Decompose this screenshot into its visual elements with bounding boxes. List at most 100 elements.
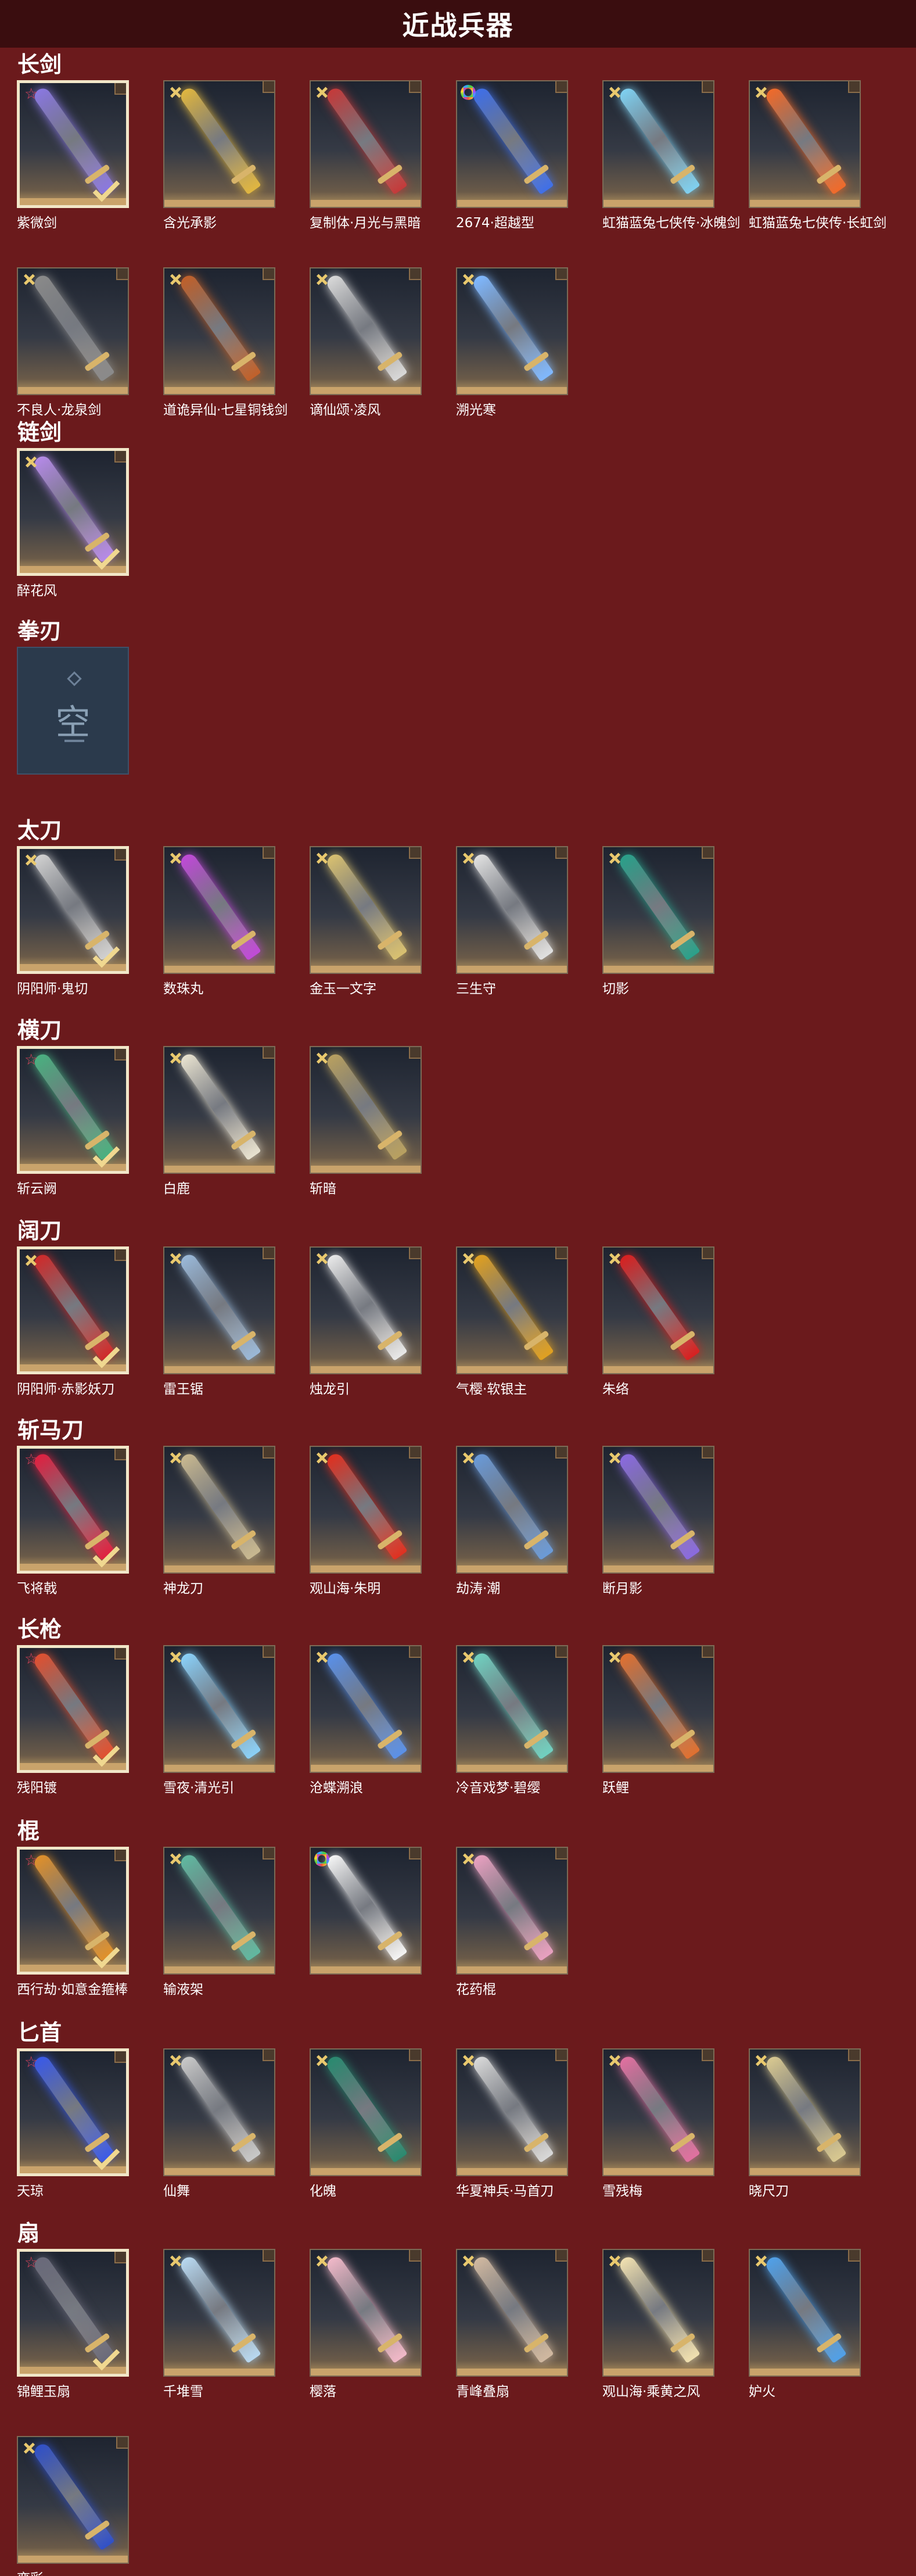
weapon-card[interactable] — [163, 2048, 275, 2176]
card-base — [604, 1366, 713, 1373]
weapon-name: 千堆雪 — [163, 2384, 203, 2399]
weapon-card[interactable] — [163, 1246, 275, 1374]
corner-icon — [114, 451, 126, 463]
weapon-image — [470, 1851, 554, 1962]
weapon-name: 冷音戏梦·碧缨 — [456, 1780, 541, 1796]
weapon-card[interactable] — [602, 1645, 714, 1773]
weapon-card[interactable]: ☆ — [17, 1847, 129, 1975]
corner-icon — [409, 1447, 421, 1459]
weapon-image — [470, 1251, 554, 1362]
weapon-card[interactable] — [310, 846, 422, 974]
weapon-card[interactable] — [602, 846, 714, 974]
weapon-card[interactable]: 空 — [17, 647, 129, 775]
gold-cross-icon — [315, 86, 328, 99]
gold-cross-icon — [608, 1252, 621, 1265]
weapon-card[interactable] — [456, 1446, 568, 1574]
weapon-card[interactable] — [163, 1446, 275, 1574]
weapon-card[interactable] — [456, 1847, 568, 1975]
weapon-card[interactable] — [456, 267, 568, 395]
card-base — [20, 2367, 126, 2374]
weapon-card[interactable] — [456, 1645, 568, 1773]
weapon-image — [616, 85, 701, 195]
weapon-card[interactable] — [456, 1246, 568, 1374]
weapon-card[interactable] — [163, 2249, 275, 2377]
weapon-hilt — [523, 930, 549, 951]
weapon-image — [324, 1051, 408, 1161]
weapon-image — [616, 2253, 701, 2364]
card-base — [750, 2168, 860, 2175]
weapon-card[interactable] — [749, 80, 861, 208]
card-base — [457, 1765, 567, 1772]
weapon-card[interactable] — [456, 80, 568, 208]
weapon-card[interactable] — [749, 2249, 861, 2377]
card-base — [164, 200, 274, 207]
weapon-card[interactable] — [163, 80, 275, 208]
gold-cross-icon — [169, 273, 182, 286]
weapon-card[interactable] — [163, 267, 275, 395]
weapon-card[interactable] — [310, 1446, 422, 1574]
weapon-card[interactable] — [163, 1847, 275, 1975]
corner-icon — [702, 2050, 713, 2061]
corner-icon — [263, 268, 274, 280]
weapon-image — [324, 85, 408, 195]
weapon-name: 妒火 — [749, 2384, 775, 2399]
weapon-card[interactable] — [17, 267, 129, 395]
weapon-image — [177, 1450, 261, 1561]
corner-icon — [114, 2252, 126, 2263]
weapon-card[interactable]: ☆ — [17, 1046, 129, 1174]
weapon-card[interactable] — [602, 2249, 714, 2377]
weapon-image — [616, 1450, 701, 1561]
corner-icon — [409, 1646, 421, 1658]
gold-cross-icon — [23, 273, 35, 286]
weapon-hilt — [376, 1529, 403, 1550]
card-base — [18, 2556, 128, 2563]
weapon-card[interactable] — [456, 846, 568, 974]
weapon-card[interactable]: ☆ — [17, 80, 129, 208]
weapon-card[interactable] — [163, 1046, 275, 1174]
weapon-card[interactable] — [602, 2048, 714, 2176]
gold-cross-icon — [462, 1452, 475, 1464]
weapon-image — [31, 85, 115, 195]
weapon-card[interactable] — [17, 448, 129, 576]
weapon-card[interactable] — [163, 1645, 275, 1773]
weapon-card[interactable]: ☆ — [17, 1446, 129, 1574]
gold-cross-icon — [169, 1853, 182, 1865]
weapon-card[interactable] — [456, 2249, 568, 2377]
weapon-card[interactable]: ☆ — [17, 2249, 129, 2377]
card-base — [457, 1966, 567, 1973]
weapon-hilt — [376, 351, 403, 372]
weapon-card[interactable] — [310, 1246, 422, 1374]
weapon-name: 阴阳师·鬼切 — [17, 981, 88, 997]
section-title: 匕首 — [17, 2020, 62, 2045]
weapon-card[interactable] — [17, 846, 129, 974]
corner-icon — [114, 83, 126, 95]
corner-icon — [114, 1850, 126, 1861]
weapon-card[interactable] — [310, 1847, 422, 1975]
weapon-card[interactable] — [310, 80, 422, 208]
weapon-card[interactable] — [310, 1645, 422, 1773]
weapon-card[interactable] — [602, 1446, 714, 1574]
card-base — [457, 387, 567, 394]
weapon-card[interactable] — [456, 2048, 568, 2176]
weapon-card[interactable] — [163, 846, 275, 974]
card-base — [604, 1565, 713, 1572]
weapon-hilt — [523, 2132, 549, 2153]
weapon-card[interactable] — [602, 80, 714, 208]
weapon-card[interactable]: ☆ — [17, 2048, 129, 2176]
weapon-name: 金玉一文字 — [310, 981, 376, 997]
weapon-card[interactable]: ☆ — [17, 1645, 129, 1773]
gold-cross-icon — [24, 456, 37, 468]
weapon-card[interactable] — [310, 1046, 422, 1174]
weapon-name: 残阳镀 — [17, 1780, 57, 1796]
weapon-card[interactable] — [17, 2436, 129, 2564]
weapon-card[interactable] — [310, 267, 422, 395]
corner-icon — [114, 1648, 126, 1660]
weapon-card[interactable] — [749, 2048, 861, 2176]
weapon-card[interactable] — [310, 2249, 422, 2377]
corner-icon — [263, 1047, 274, 1059]
weapon-card[interactable] — [17, 1246, 129, 1374]
weapon-card[interactable] — [602, 1246, 714, 1374]
weapon-card[interactable] — [310, 2048, 422, 2176]
card-base — [164, 387, 274, 394]
corner-icon — [409, 2250, 421, 2262]
